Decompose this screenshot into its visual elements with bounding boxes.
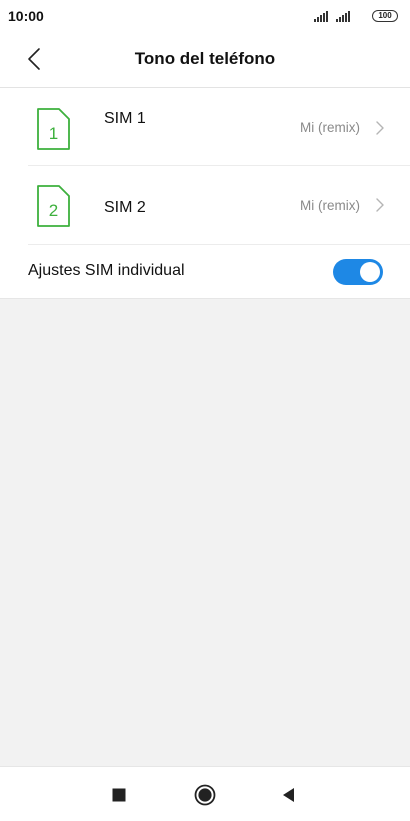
- sim-2-name: SIM 2: [104, 199, 146, 216]
- page-title: Tono del teléfono: [134, 49, 276, 68]
- sim-1-value: Mi (remix): [300, 120, 360, 135]
- toggle-knob: [360, 262, 380, 282]
- chevron-right-icon: [376, 121, 384, 135]
- chevron-right-icon: [376, 198, 384, 212]
- sim-card-icon: 1: [37, 108, 70, 150]
- sim-1-name: SIM 1: [104, 110, 146, 127]
- app-bar: Tono del teléfono: [0, 32, 410, 88]
- battery-icon: 100: [372, 10, 398, 22]
- sim-1-badge: 1: [49, 124, 58, 143]
- status-bar: 10:00 100: [0, 0, 410, 32]
- settings-list: 1 SIM 1 Mi (remix) 2 SIM 2 Mi (remix) Aj…: [0, 88, 410, 299]
- individual-sim-settings-toggle[interactable]: [333, 259, 383, 285]
- sim-card-icon: 2: [37, 185, 70, 227]
- navigation-bar: [0, 766, 410, 821]
- back-nav-button[interactable]: [277, 783, 301, 807]
- recents-square-icon: [112, 788, 126, 802]
- battery-level: 100: [378, 11, 392, 20]
- back-triangle-icon: [283, 788, 294, 802]
- sim-2-row[interactable]: 2 SIM 2 Mi (remix): [0, 166, 410, 243]
- sim-1-row[interactable]: 1 SIM 1 Mi (remix): [0, 88, 410, 165]
- individual-sim-settings-label: Ajustes SIM individual: [28, 262, 185, 279]
- signal-icon: [336, 11, 350, 22]
- sim-2-value: Mi (remix): [300, 198, 360, 213]
- signal-icon: [314, 11, 328, 22]
- status-time: 10:00: [8, 8, 44, 24]
- home-circle-icon: [194, 784, 216, 806]
- recents-button[interactable]: [107, 783, 131, 807]
- home-button[interactable]: [193, 783, 217, 807]
- individual-sim-settings-row: Ajustes SIM individual: [0, 245, 410, 298]
- sim-2-badge: 2: [49, 201, 58, 220]
- status-icons: 100: [314, 8, 398, 22]
